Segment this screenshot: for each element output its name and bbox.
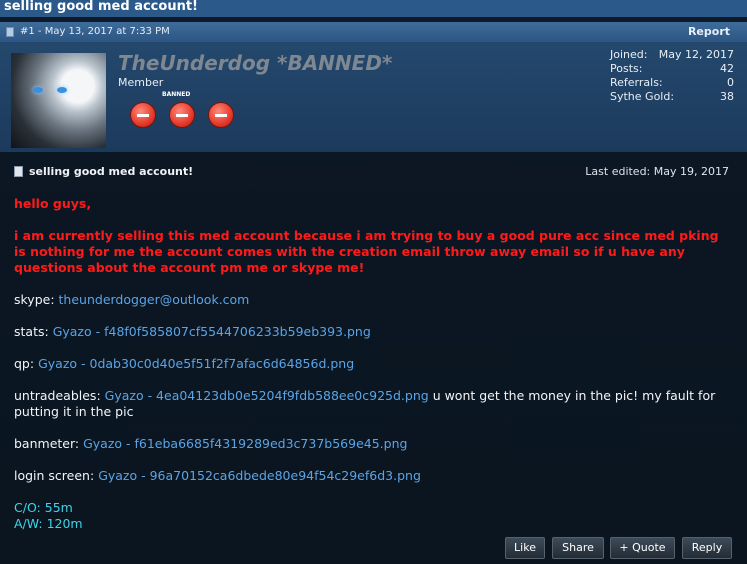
skype-label: skype:	[14, 292, 55, 307]
reply-button[interactable]: Reply	[682, 537, 732, 559]
banned-label: BANNED	[162, 91, 191, 98]
user-title: Member	[118, 76, 164, 89]
avatar-eye-icon	[33, 87, 43, 93]
untradeables-label: untradeables:	[14, 388, 101, 403]
post-greeting: hello guys,	[14, 196, 92, 211]
skype-line: skype: theunderdogger@outlook.com	[14, 292, 730, 308]
skype-link[interactable]: theunderdogger@outlook.com	[59, 292, 250, 307]
report-link[interactable]: Report	[688, 22, 730, 42]
stats-line: stats: Gyazo - f48f0f585807cf5544706233b…	[14, 324, 730, 340]
aw-line: A/W: 120m	[14, 516, 83, 531]
stat-label: Joined:	[610, 48, 648, 61]
banmeter-link[interactable]: Gyazo - f61eba6685f4319289ed3c737b569e45…	[83, 436, 407, 451]
stat-label: Sythe Gold:	[610, 90, 675, 103]
quote-button[interactable]: + Quote	[610, 537, 675, 559]
untradeables-link[interactable]: Gyazo - 4ea04123db0e5204f9fdb588ee0c925d…	[105, 388, 429, 403]
login-link[interactable]: Gyazo - 96a70152ca6dbede80e94f54c29ef6d3…	[98, 468, 421, 483]
qp-label: qp:	[14, 356, 35, 371]
stats-label: stats:	[14, 324, 49, 339]
document-icon	[6, 27, 14, 37]
stat-value: May 12, 2017	[658, 48, 734, 61]
post-content: hello guys, i am currently selling this …	[14, 196, 730, 532]
stats-link[interactable]: Gyazo - f48f0f585807cf5544706233b59eb393…	[53, 324, 371, 339]
like-button[interactable]: Like	[505, 537, 545, 559]
banned-icon	[130, 102, 156, 128]
co-line: C/O: 55m	[14, 500, 73, 515]
banned-icon	[169, 102, 195, 128]
post-header: #1 - May 13, 2017 at 7:33 PM Report	[0, 22, 747, 42]
avatar-eye-icon	[57, 87, 67, 93]
stat-label: Posts:	[610, 62, 643, 75]
thread-title: selling good med account!	[0, 0, 747, 17]
qp-line: qp: Gyazo - 0dab30c0d40e5f51f2f7afac6d64…	[14, 356, 730, 372]
post-permalink[interactable]: #1 - May 13, 2017 at 7:33 PM	[20, 22, 170, 42]
document-icon	[14, 166, 23, 177]
login-label: login screen:	[14, 468, 95, 483]
user-stats: Joined: May 12, 2017 Posts: 42 Referrals: 0…	[610, 48, 734, 104]
login-line: login screen: Gyazo - 96a70152ca6dbede80…	[14, 468, 730, 484]
post-title: selling good med account!	[14, 165, 193, 178]
post-body: selling good med account! Last edited: M…	[0, 152, 747, 564]
banmeter-label: banmeter:	[14, 436, 80, 451]
forum-page: selling good med account! #1 - May 13, 2…	[0, 0, 747, 564]
username[interactable]: TheUnderdog *BANNED*	[118, 51, 392, 75]
stat-value[interactable]: 42	[720, 62, 734, 76]
untradeables-line: untradeables: Gyazo - 4ea04123db0e5204f9…	[14, 388, 730, 420]
banned-icon	[208, 102, 234, 128]
qp-link[interactable]: Gyazo - 0dab30c0d40e5f51f2f7afac6d64856d…	[38, 356, 354, 371]
user-info-bar: TheUnderdog *BANNED* Member BANNED Joine…	[0, 42, 747, 152]
last-edited: Last edited: May 19, 2017	[585, 165, 729, 178]
stat-value: 38	[720, 90, 734, 103]
stat-label: Referrals:	[610, 76, 663, 89]
stat-value: 0	[727, 76, 734, 89]
avatar[interactable]	[11, 53, 106, 148]
banmeter-line: banmeter: Gyazo - f61eba6685f4319289ed3c…	[14, 436, 730, 452]
post-intro: i am currently selling this med account …	[14, 228, 719, 275]
share-button[interactable]: Share	[552, 537, 604, 559]
post-title-text: selling good med account!	[29, 165, 194, 178]
